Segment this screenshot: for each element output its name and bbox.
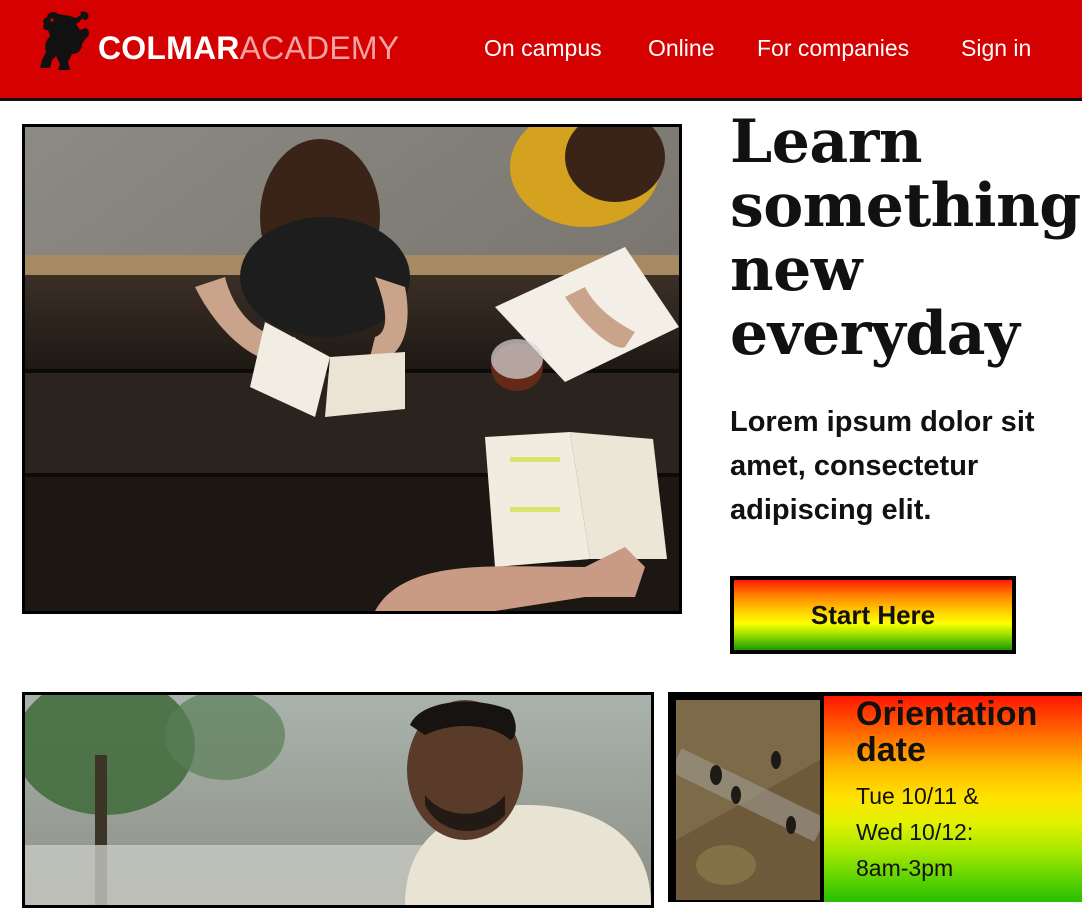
orientation-line-1: Tue 10/11 & [856, 783, 979, 809]
orientation-line-3: 8am-3pm [856, 855, 954, 881]
site-header: COLMARACADEMY On campus Online For compa… [0, 0, 1082, 101]
orientation-panel: Orientation date Tue 10/11 & Wed 10/12: … [824, 696, 1082, 902]
orientation-details: Tue 10/11 & Wed 10/12: 8am-3pm [856, 778, 1081, 886]
hero-photo [22, 124, 682, 614]
hero-subtext: Lorem ipsum dolor sit amet, consectetur … [730, 406, 1035, 526]
brand-logo-text[interactable]: COLMARACADEMY [98, 30, 399, 66]
lion-rampant-icon[interactable] [36, 8, 92, 72]
brand-name-light: ACADEMY [239, 30, 400, 66]
nav-sign-in[interactable]: Sign in [961, 34, 1031, 62]
nav-for-companies[interactable]: For companies [757, 34, 909, 62]
hero-headline: Learn something new everyday [730, 107, 1081, 369]
nav-online[interactable]: Online [648, 34, 714, 62]
start-here-button[interactable]: Start Here [730, 576, 1016, 654]
orientation-title: Orientation date [856, 695, 1038, 769]
nav-on-campus[interactable]: On campus [484, 34, 602, 62]
bottom-photo [22, 692, 654, 908]
orientation-card: Orientation date Tue 10/11 & Wed 10/12: … [668, 692, 1082, 902]
brand-name-strong: COLMAR [98, 30, 240, 66]
orientation-photo [676, 700, 820, 900]
orientation-line-2: Wed 10/12: [856, 819, 974, 845]
